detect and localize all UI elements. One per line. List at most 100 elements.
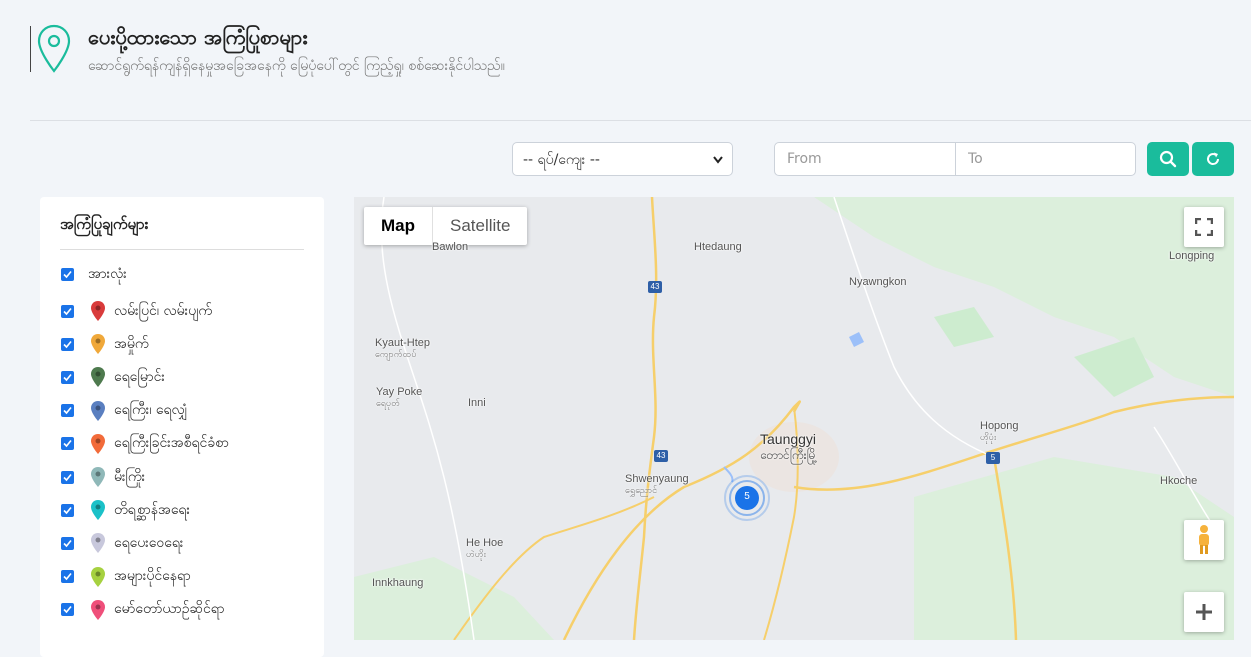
legend-item-label: အမှိုက် bbox=[114, 335, 149, 352]
header-divider bbox=[30, 120, 1251, 121]
legend-panel: အကြံပြုချက်များ အားလုံး လမ်းပြင်၊ လမ်းပျ… bbox=[40, 197, 324, 657]
place-label: He Hoe ဟဲဟိုး bbox=[466, 537, 503, 562]
check-icon bbox=[63, 573, 72, 581]
place-name-mm: ကျောက်ထပ် bbox=[375, 349, 417, 359]
legend-item[interactable]: ရေမြောင်း bbox=[60, 365, 165, 389]
legend-checkbox[interactable] bbox=[61, 570, 74, 584]
marker-cluster[interactable]: 5 bbox=[724, 475, 770, 521]
map-marker-icon bbox=[91, 599, 105, 620]
township-select[interactable]: -- ရပ်/ကျေး -- bbox=[512, 142, 733, 176]
place-label: Hopong ဟိုပုံး bbox=[980, 420, 1019, 445]
place-label: Hkoche bbox=[1160, 475, 1198, 487]
check-icon bbox=[63, 340, 72, 348]
legend-checkbox[interactable] bbox=[61, 603, 74, 617]
place-name: Kyaut-Htep bbox=[375, 337, 431, 349]
map-pin-icon bbox=[37, 24, 71, 73]
check-icon bbox=[63, 606, 72, 614]
legend-item-label: အများပိုင်နေရာ bbox=[114, 568, 191, 585]
legend-item[interactable]: ရေပေးဝေရေး bbox=[60, 531, 183, 555]
legend-item-label: မီးကြိုး bbox=[114, 468, 146, 485]
legend-checkbox[interactable] bbox=[61, 470, 74, 484]
map-marker-icon bbox=[91, 433, 105, 454]
place-label: Inni bbox=[468, 397, 486, 409]
legend-item-all[interactable]: အားလုံး bbox=[60, 263, 127, 285]
legend-item-label: မော်တော်ယာဉ်ဆိုင်ရာ bbox=[114, 601, 225, 618]
chevron-down-icon bbox=[712, 143, 724, 191]
check-icon bbox=[63, 506, 72, 514]
legend-all-label: အားလုံး bbox=[88, 265, 127, 282]
place-name: Hopong bbox=[980, 420, 1019, 432]
refresh-icon bbox=[1207, 152, 1220, 165]
place-name-mm: ရေပုတ် bbox=[376, 398, 400, 408]
place-label: Nyawngkon bbox=[849, 276, 907, 288]
check-icon bbox=[63, 473, 72, 481]
legend-checkbox[interactable] bbox=[61, 437, 74, 451]
plus-icon bbox=[1196, 604, 1212, 620]
place-label: Bawlon bbox=[432, 241, 469, 253]
legend-item[interactable]: အမှိုက် bbox=[60, 332, 149, 356]
place-name: Yay Poke bbox=[376, 386, 423, 398]
search-button[interactable] bbox=[1147, 142, 1189, 176]
map-marker-icon bbox=[91, 367, 105, 388]
map-marker-icon bbox=[91, 500, 105, 521]
place-name-mm: ရွှေညောင် bbox=[625, 485, 658, 495]
to-date-input[interactable] bbox=[956, 143, 1135, 175]
cluster-count: 5 bbox=[744, 491, 750, 502]
check-icon bbox=[63, 440, 72, 448]
fullscreen-button[interactable] bbox=[1184, 207, 1224, 247]
place-label: Shwenyaung ရွှေညောင် bbox=[625, 473, 689, 498]
pegman-icon bbox=[1199, 525, 1209, 554]
map-base-layer bbox=[354, 197, 1234, 640]
header-accent-bar bbox=[30, 26, 31, 72]
route-shield: 5 bbox=[986, 452, 1000, 464]
fullscreen-icon bbox=[1195, 218, 1213, 236]
legend-title: အကြံပြုချက်များ bbox=[60, 215, 149, 233]
legend-checkbox[interactable] bbox=[61, 304, 74, 318]
from-date-input[interactable] bbox=[775, 143, 956, 175]
check-icon bbox=[63, 307, 72, 315]
legend-checkbox[interactable] bbox=[61, 337, 74, 351]
map-type-control: Map Satellite bbox=[364, 207, 528, 245]
legend-item[interactable]: တိရစ္ဆာန်အရေး bbox=[60, 498, 190, 522]
date-range bbox=[774, 142, 1136, 176]
map-view[interactable]: Map Satellite 43 43 5 Bawlon Htedaung Lo… bbox=[354, 197, 1234, 640]
legend-item-label: ရေပေးဝေရေး bbox=[114, 534, 184, 551]
township-select-value: -- ရပ်/ကျေး -- bbox=[523, 152, 600, 168]
check-icon bbox=[63, 373, 72, 382]
legend-checkbox[interactable] bbox=[61, 404, 74, 418]
map-type-satellite-button[interactable]: Satellite bbox=[432, 207, 527, 245]
legend-checkbox[interactable] bbox=[61, 536, 74, 550]
place-name-mm: ဟိုပုံး bbox=[980, 432, 997, 442]
legend-checkbox[interactable] bbox=[61, 503, 74, 517]
legend-item[interactable]: မီးကြိုး bbox=[60, 465, 145, 489]
legend-item[interactable]: မော်တော်ယာဉ်ဆိုင်ရာ bbox=[60, 598, 225, 622]
map-marker-icon bbox=[91, 566, 105, 587]
place-label: Yay Poke ရေပုတ် bbox=[376, 386, 422, 411]
place-name-mm: တောင်ကြီးမြို့ bbox=[760, 448, 818, 462]
place-label: Longping bbox=[1169, 250, 1215, 262]
zoom-in-button[interactable] bbox=[1184, 592, 1224, 632]
legend-checkbox[interactable] bbox=[61, 370, 74, 384]
filter-bar: -- ရပ်/ကျေး -- bbox=[0, 142, 1251, 178]
page-subtitle: ဆောင်ရွက်ရန်ကျန်ရှိနေမှုအခြေအနေကို မြေပု… bbox=[88, 58, 505, 74]
legend-item[interactable]: ရေကြီးခြင်းအစီရင်ခံစာ bbox=[60, 432, 229, 456]
legend-item-label: တိရစ္ဆာန်အရေး bbox=[114, 501, 191, 518]
page-header: ပေးပို့ထားသော အကြံပြုစာများ ဆောင်ရွက်ရန်… bbox=[30, 22, 1220, 77]
place-name: Shwenyaung bbox=[625, 473, 689, 485]
map-marker-icon bbox=[91, 467, 105, 487]
check-icon bbox=[63, 270, 72, 278]
place-name: Taunggyi bbox=[760, 431, 817, 447]
check-icon bbox=[63, 407, 72, 415]
legend-item[interactable]: လမ်းပြင်၊ လမ်းပျက် bbox=[60, 299, 212, 323]
reset-button[interactable] bbox=[1192, 142, 1234, 176]
street-view-button[interactable] bbox=[1184, 520, 1224, 560]
legend-divider bbox=[60, 249, 304, 250]
legend-item[interactable]: အများပိုင်နေရာ bbox=[60, 565, 191, 589]
route-shield: 43 bbox=[648, 281, 662, 293]
legend-item-label: ရေကြီးခြင်းအစီရင်ခံစာ bbox=[114, 435, 229, 452]
checkbox-all[interactable] bbox=[61, 267, 74, 281]
legend-item-label: လမ်းပြင်၊ လမ်းပျက် bbox=[114, 302, 213, 319]
search-icon bbox=[1159, 150, 1177, 168]
map-type-map-button[interactable]: Map bbox=[364, 207, 432, 245]
legend-item[interactable]: ရေကြီး၊ ရေလျှံ bbox=[60, 399, 187, 423]
